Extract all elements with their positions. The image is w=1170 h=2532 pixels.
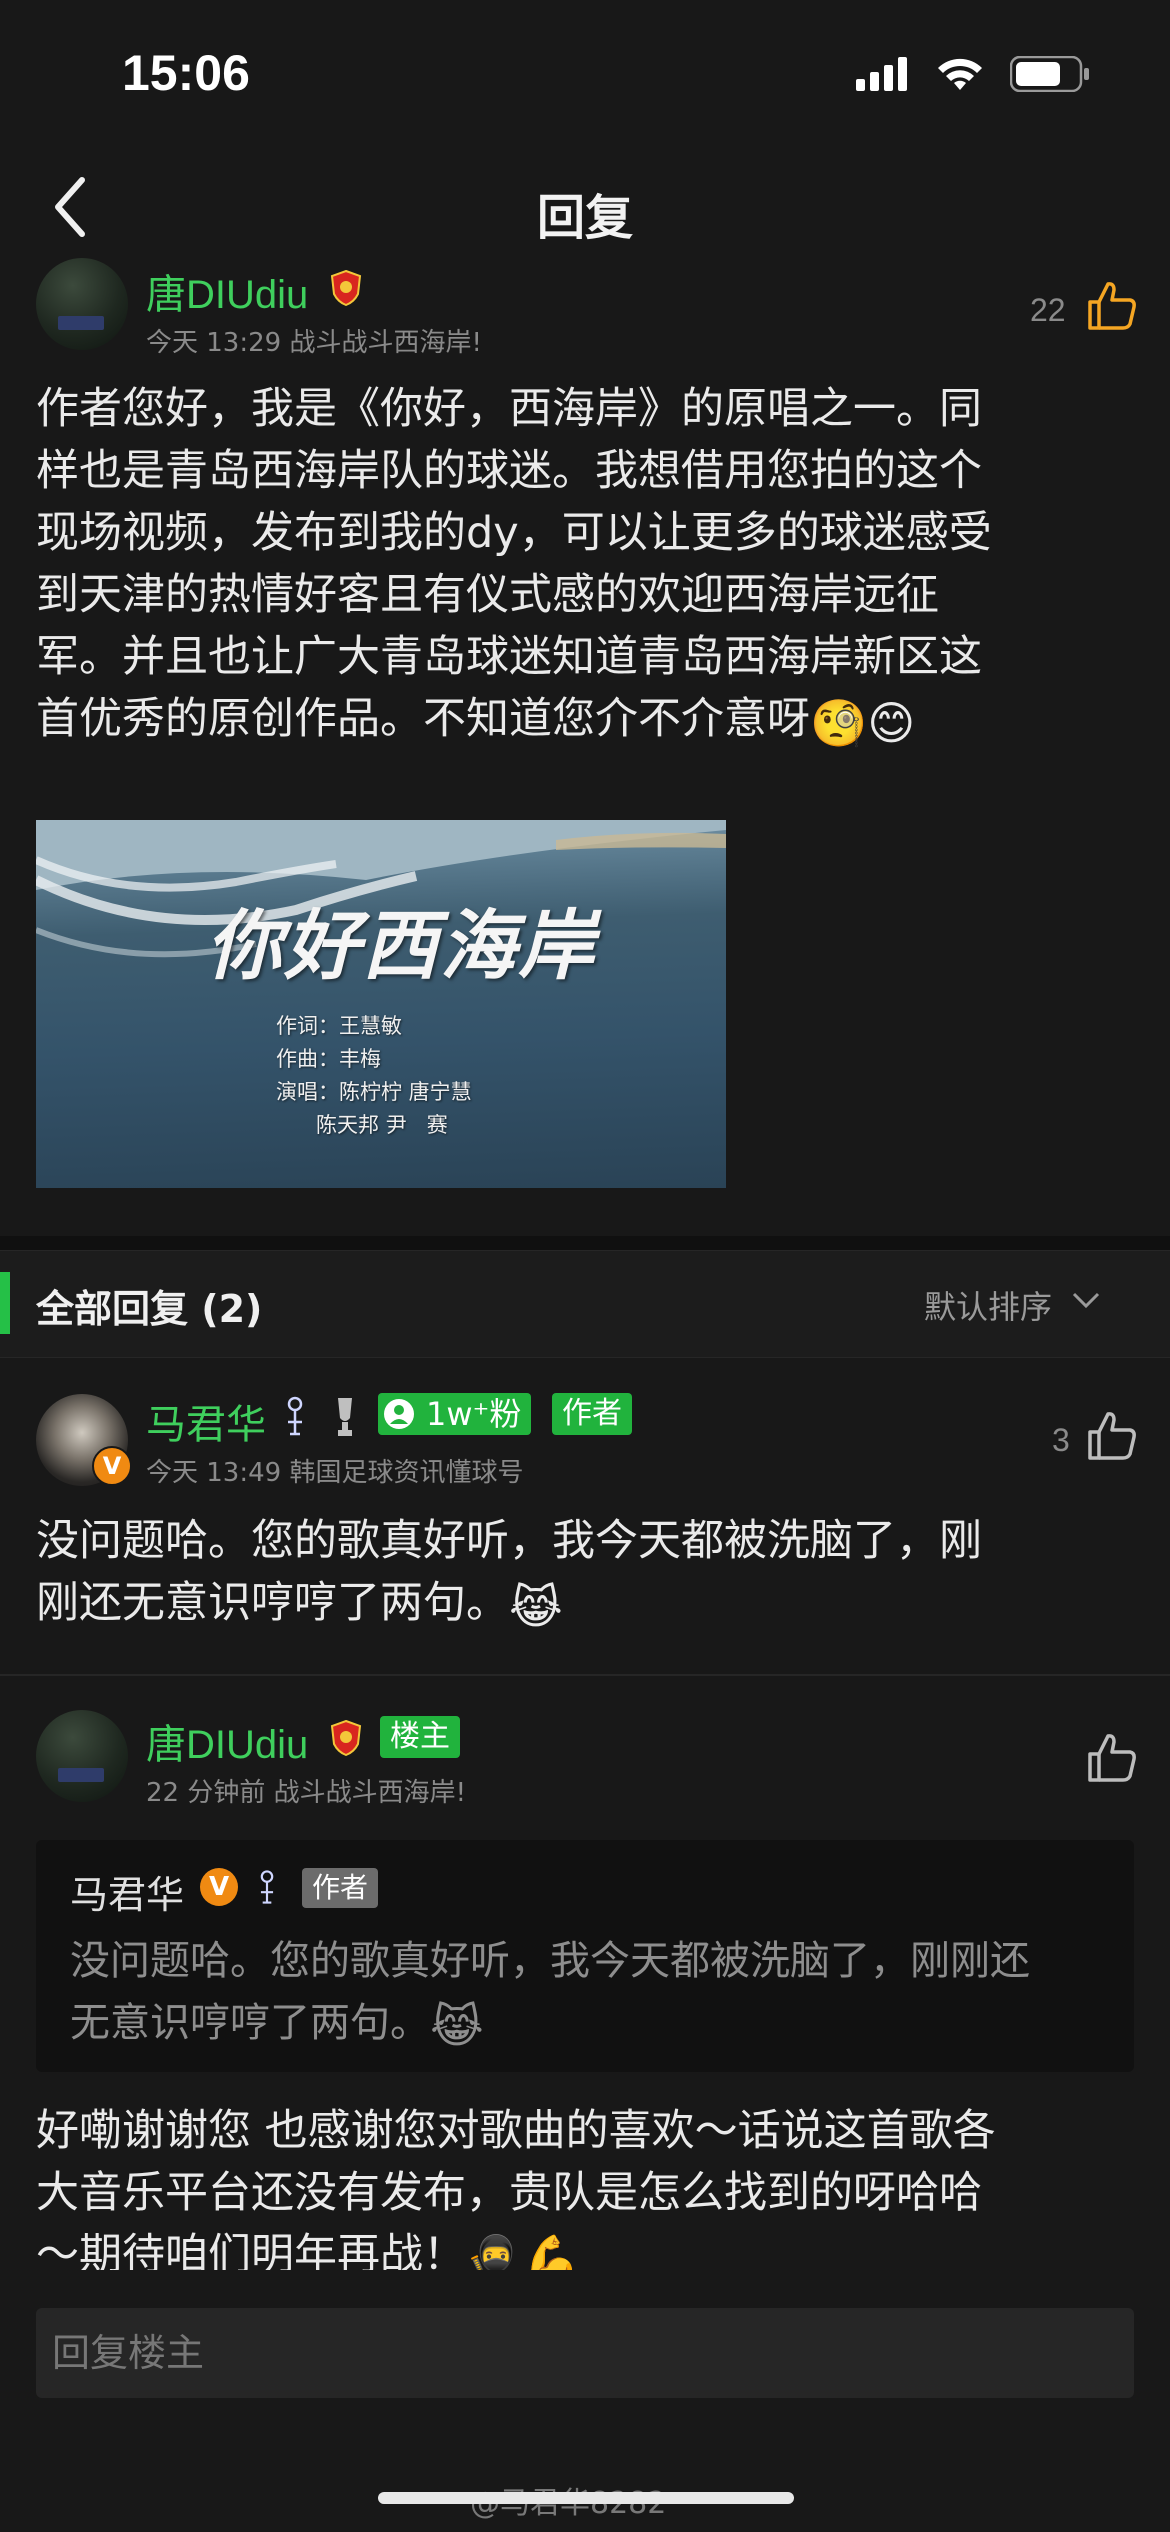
sort-dropdown[interactable]: 默认排序 bbox=[924, 1282, 1052, 1328]
reply-username[interactable]: 唐DIUdiu bbox=[146, 1712, 308, 1770]
like-count: 3 bbox=[1052, 1422, 1070, 1458]
thumbs-up-icon[interactable] bbox=[1086, 1732, 1138, 1784]
trophy-icon bbox=[338, 1398, 352, 1436]
video-title: 你好西海岸 bbox=[206, 901, 596, 990]
owner-tag: 楼主 bbox=[380, 1716, 460, 1758]
comment-time: 今天 13:29 bbox=[146, 328, 282, 358]
quote-line-last: 无意识哼哼了两句。😹 bbox=[70, 1992, 1110, 2057]
quote-line: 无意识哼哼了两句。 bbox=[70, 2000, 430, 2046]
team-shield-icon bbox=[330, 270, 362, 306]
reply-page: 15:06 回复 唐DIUdiu 今天 13:29 战斗战斗西海岸! 22 作者… bbox=[0, 0, 1170, 2532]
emoji-tail: 🥷💪 bbox=[466, 2232, 581, 2270]
comment-line: 到天津的热情好客且有仪式感的欢迎西海岸远征 bbox=[36, 570, 939, 620]
like-count: 22 bbox=[1030, 292, 1066, 328]
emoji-tail: 😹 bbox=[430, 1999, 484, 2053]
reply-time: 今天 13:49 bbox=[146, 1458, 282, 1488]
quote-username: 马君华 bbox=[70, 1873, 185, 1917]
comment-signature: 战斗战斗西海岸! bbox=[289, 328, 482, 358]
comment-line: 作者您好，我是《你好，西海岸》的原唱之一。同 bbox=[36, 384, 982, 434]
section-divider bbox=[0, 1236, 1170, 1250]
reply-username[interactable]: 马君华 bbox=[146, 1392, 266, 1450]
club-crest-icon bbox=[287, 1396, 303, 1436]
author-tag: 作者 bbox=[302, 1868, 379, 1908]
emoji-tail: 😹 bbox=[509, 1580, 563, 1634]
signal-icon bbox=[856, 57, 907, 91]
quote-line: 没问题哈。您的歌真好听，我今天都被洗脑了，刚刚还 bbox=[70, 1938, 1030, 1984]
reply-line: ～期待咱们明年再战！ bbox=[36, 2230, 466, 2270]
comment-username[interactable]: 唐DIUdiu bbox=[146, 262, 308, 320]
video-credits: 作词：王慧敏 作曲：丰梅 演唱：陈柠柠 唐宁慧 陈天邦 尹 赛 bbox=[276, 1014, 472, 1137]
avatar[interactable] bbox=[36, 1710, 128, 1802]
reply-time: 22 分钟前 bbox=[146, 1778, 266, 1808]
thumbs-up-icon[interactable] bbox=[1086, 1410, 1138, 1462]
author-tag: 作者 bbox=[552, 1393, 632, 1435]
chevron-down-icon[interactable] bbox=[1068, 1286, 1104, 1316]
reply-line: 刚还无意识哼哼了两句。 bbox=[36, 1578, 509, 1628]
comment-line: 首优秀的原创作品。不知道您介不介意呀 bbox=[36, 694, 810, 744]
row-separator bbox=[0, 1674, 1170, 1676]
thumbs-up-icon[interactable] bbox=[1086, 280, 1138, 332]
quote-text: 没问题哈。您的歌真好听，我今天都被洗脑了，刚刚还 无意识哼哼了两句。😹 bbox=[70, 1930, 1110, 2057]
reply-signature: 战斗战斗西海岸! bbox=[273, 1778, 467, 1808]
reply-line: 大音乐平台还没有发布，贵队是怎么找到的呀哈哈 bbox=[36, 2168, 982, 2218]
wifi-icon bbox=[938, 58, 982, 90]
status-icons bbox=[856, 56, 1090, 92]
reply-meta: 今天 13:49 韩国足球资讯懂球号 bbox=[146, 1452, 523, 1489]
page-title: 回复 bbox=[536, 190, 633, 246]
team-shield-icon bbox=[330, 1720, 362, 1756]
fans-user-icon bbox=[384, 1399, 414, 1429]
section-accent-bar bbox=[0, 1272, 10, 1334]
comment-line-last: 首优秀的原创作品。不知道您介不介意呀🧐😊 bbox=[36, 688, 992, 754]
comment-line: 现场视频，发布到我的dy，可以让更多的球迷感受 bbox=[36, 508, 992, 558]
reply-line-last: ～期待咱们明年再战！🥷💪 bbox=[36, 2224, 996, 2270]
replies-count-title: 全部回复 (2) bbox=[36, 1287, 263, 1331]
battery-icon bbox=[1010, 56, 1089, 92]
comment-meta: 今天 13:29 战斗战斗西海岸! bbox=[146, 322, 482, 359]
emoji-tail: 🧐😊 bbox=[810, 696, 916, 750]
verified-v-icon: V bbox=[92, 1446, 132, 1486]
club-crest-icon bbox=[260, 1870, 274, 1904]
video-thumbnail[interactable]: 你好西海岸 作词：王慧敏 作曲：丰梅 演唱：陈柠柠 唐宁慧 陈天邦 尹 赛 bbox=[36, 820, 726, 1188]
avatar[interactable] bbox=[36, 258, 128, 350]
comment-line: 样也是青岛西海岸队的球迷。我想借用您拍的这个 bbox=[36, 446, 982, 496]
status-time: 15:06 bbox=[122, 45, 250, 101]
reply-line-last: 刚还无意识哼哼了两句。😹 bbox=[36, 1572, 982, 1638]
reply-body: 没问题哈。您的歌真好听，我今天都被洗脑了，刚 刚还无意识哼哼了两句。😹 bbox=[36, 1510, 982, 1638]
verified-v-icon: V bbox=[200, 1868, 238, 1906]
comment-line: 军。并且也让广大青岛球迷知道青岛西海岸新区这 bbox=[36, 632, 982, 682]
reply-body: 好嘞谢谢您 也感谢您对歌曲的喜欢～话说这首歌各 大音乐平台还没有发布，贵队是怎么… bbox=[36, 2100, 996, 2270]
reply-line: 好嘞谢谢您 也感谢您对歌曲的喜欢～话说这首歌各 bbox=[36, 2106, 996, 2156]
home-indicator[interactable] bbox=[378, 2492, 794, 2504]
reply-input[interactable] bbox=[36, 2308, 1134, 2398]
reply-meta: 22 分钟前 战斗战斗西海岸! bbox=[146, 1772, 466, 1809]
comment-body: 作者您好，我是《你好，西海岸》的原唱之一。同 样也是青岛西海岸队的球迷。我想借用… bbox=[36, 378, 992, 754]
reply-signature: 韩国足球资讯懂球号 bbox=[289, 1458, 524, 1488]
reply-line: 没问题哈。您的歌真好听，我今天都被洗脑了，刚 bbox=[36, 1516, 982, 1566]
